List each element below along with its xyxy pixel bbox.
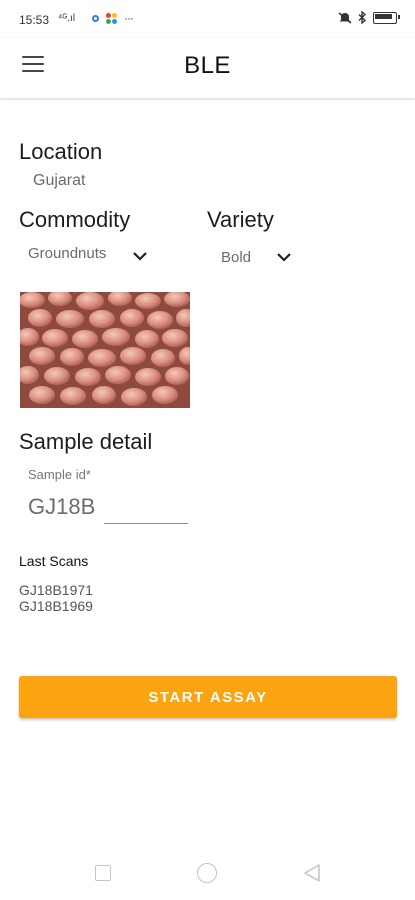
page-title: BLE <box>184 52 231 79</box>
variety-label: Variety <box>207 207 274 232</box>
bluetooth-icon <box>358 11 367 24</box>
more-notifications-icon: ··· <box>124 11 134 25</box>
recent-apps-icon[interactable] <box>95 865 111 881</box>
sample-id-label: Sample id* <box>28 467 91 482</box>
battery-icon <box>373 11 400 24</box>
last-scans-title: Last Scans <box>19 553 89 569</box>
sample-id-prefix: GJ18B <box>28 494 96 519</box>
chevron-down-icon <box>133 252 147 261</box>
commodity-label: Commodity <box>19 207 131 232</box>
sample-detail-heading: Sample detail <box>19 429 153 454</box>
back-icon[interactable] <box>303 863 321 883</box>
commodity-selected-value: Groundnuts <box>28 245 107 262</box>
list-item: GJ18B1971 <box>19 582 93 598</box>
chevron-down-icon <box>277 253 291 262</box>
start-assay-button[interactable]: START ASSAY <box>19 676 397 718</box>
list-item: GJ18B1969 <box>19 598 93 614</box>
system-navigation-bar <box>0 846 415 900</box>
commodity-dropdown[interactable]: Groundnuts <box>26 240 156 268</box>
location-value: Gujarat <box>33 172 86 189</box>
app-bar: BLE <box>0 38 415 98</box>
status-icons <box>338 11 400 24</box>
commodity-sample-image <box>20 292 190 408</box>
status-bar: 15:53 ⁴ᴳ.ıl ··· <box>0 0 415 38</box>
variety-selected-value: Bold <box>221 249 252 266</box>
status-time: 15:53 <box>19 13 50 27</box>
pinwheel-notification-icon <box>106 13 118 25</box>
mute-icon <box>338 11 352 24</box>
sample-id-input[interactable] <box>104 495 188 524</box>
groundnuts-image <box>20 292 190 408</box>
app-notification-icon <box>92 15 99 22</box>
network-signal-icon: ⁴ᴳ.ıl <box>58 13 76 24</box>
variety-dropdown[interactable]: Bold <box>218 244 298 272</box>
location-label: Location <box>19 139 103 164</box>
home-icon[interactable] <box>197 863 217 883</box>
